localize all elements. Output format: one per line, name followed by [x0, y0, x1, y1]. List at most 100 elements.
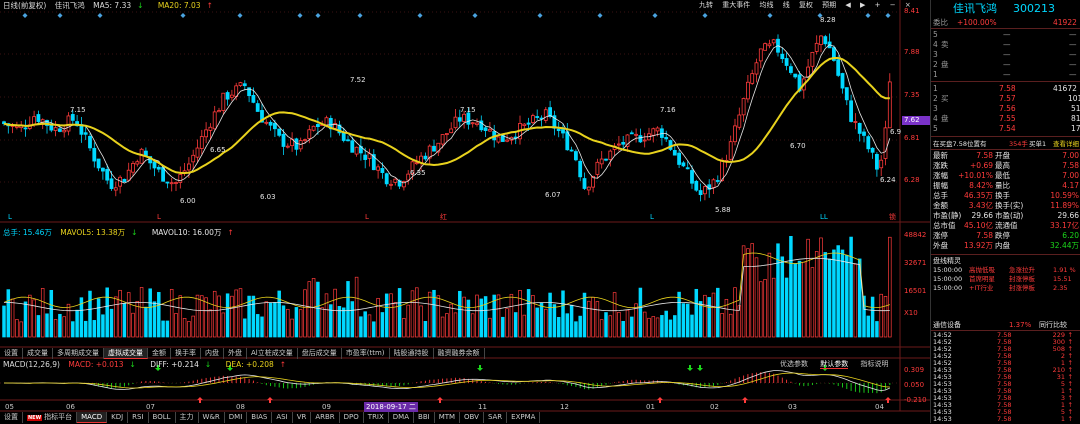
volume-bar — [845, 254, 849, 338]
volume-bar — [668, 319, 673, 338]
tab-trix[interactable]: TRIX — [364, 412, 389, 423]
volume-bar — [591, 296, 595, 338]
default-params-button[interactable]: 默认参数 — [820, 360, 849, 369]
kline-toolbar: 九转 重大事件 均线 线 复权 预期 ◀ ▶ + − × — [692, 0, 911, 11]
toolbar-jiuzhuan[interactable]: 九转 — [699, 1, 713, 9]
stat-value: 7.58 — [976, 231, 993, 240]
month-label: 12 — [560, 403, 569, 411]
tab-vr[interactable]: VR — [293, 412, 312, 423]
mavol10-label: MAVOL10: 16.00万 ↑ — [151, 228, 234, 237]
volume-bar — [15, 319, 19, 338]
toolbar-adjust[interactable]: 复权 — [799, 1, 813, 9]
tab-volume[interactable]: 成交量 — [23, 348, 53, 359]
tab-rsi[interactable]: RSI — [128, 412, 149, 423]
tab-dma[interactable]: DMA — [389, 412, 415, 423]
scroll-left-icon[interactable]: ◀ — [845, 1, 850, 9]
candle-body — [126, 169, 131, 181]
tab-indicator-platform[interactable]: NEW 指标平台 — [23, 412, 78, 423]
tab-arbr[interactable]: ARBR — [311, 412, 340, 423]
view-detail-link[interactable]: 查看详细 — [1053, 139, 1079, 149]
tab-inner[interactable]: 内盘 — [201, 348, 224, 359]
volume-bar — [720, 312, 724, 338]
candle-body — [595, 161, 600, 175]
tab-boll[interactable]: BOLL — [149, 412, 176, 423]
toolbar-ma[interactable]: 均线 — [759, 1, 773, 9]
volume-bar — [462, 296, 466, 338]
tab-macd[interactable]: MACD — [77, 412, 108, 423]
candle-body — [703, 186, 707, 195]
tab-dmi[interactable]: DMI — [225, 412, 248, 423]
event-row[interactable]: 15:00:00 +IT行业 封涨停板 2.35 — [931, 283, 1080, 293]
tab-pe[interactable]: 市盈率(ttm) — [342, 348, 390, 359]
tab-ai-volume[interactable]: Al立桩成交量 — [247, 348, 298, 359]
volume-bar — [225, 293, 230, 338]
tab-bbi[interactable]: BBI — [414, 412, 435, 423]
tab-virtual-volume[interactable]: 虚拟成交量 — [104, 348, 148, 359]
volume-bar — [88, 290, 92, 338]
volume-bar — [144, 306, 148, 338]
toolbar-line[interactable]: 线 — [783, 1, 790, 9]
toolbar-events[interactable]: 重大事件 — [722, 1, 750, 9]
volume-bar — [840, 249, 845, 338]
volume-bar — [470, 313, 475, 338]
zoom-out-icon[interactable]: − — [890, 1, 896, 9]
volume-bar — [23, 301, 28, 338]
volume-bar — [505, 308, 509, 338]
tab-expma[interactable]: EXPMA — [507, 412, 541, 423]
tab-northbound[interactable]: 陆股通持股 — [390, 348, 434, 359]
volume-axis-label: X10 — [904, 309, 918, 317]
volume-bar — [10, 298, 15, 338]
tab-asi[interactable]: ASI — [272, 412, 293, 423]
candle-body — [823, 36, 828, 45]
volume-bar — [561, 290, 565, 338]
event-diamond-icon — [297, 13, 303, 18]
volume-bar — [475, 294, 479, 338]
candle-body — [586, 186, 591, 191]
tab-turnover[interactable]: 换手率 — [171, 348, 201, 359]
optimal-params-button[interactable]: 优选参数 — [780, 360, 808, 368]
indicator-help-button[interactable]: 指标说明 — [860, 360, 888, 368]
event-diamond-icon — [472, 13, 478, 18]
tab-multi-period-volume[interactable]: 多周期成交量 — [53, 348, 104, 359]
candle-body — [376, 166, 381, 171]
candle-body — [199, 136, 204, 149]
tab-dpo[interactable]: DPO — [340, 412, 364, 423]
peer-compare-link[interactable]: 同行比较 — [1039, 320, 1067, 330]
zoom-in-icon[interactable]: + — [875, 1, 881, 9]
candle-body — [217, 110, 221, 113]
tab-margin[interactable]: 融资融券余额 — [434, 348, 485, 359]
tab-obv[interactable]: OBV — [460, 412, 484, 423]
volume-bar — [71, 321, 75, 338]
volume-bar — [243, 318, 247, 338]
volume-bar — [66, 303, 71, 338]
stat-value: +10.01% — [958, 171, 993, 180]
candle-body — [165, 181, 170, 184]
candle-body — [92, 147, 97, 162]
tab-mtm[interactable]: MTM — [435, 412, 461, 423]
tab-main-force[interactable]: 主力 — [176, 412, 199, 423]
volume-bar — [694, 288, 699, 338]
tab-settings[interactable]: 设置 — [0, 348, 23, 359]
stat-value: 7.00 — [1062, 171, 1079, 180]
volume-bar — [178, 295, 183, 338]
tab-amount[interactable]: 金额 — [148, 348, 171, 359]
chart-area[interactable]: 7.15 6.65 6.00 6.03 7.52 6.35 7.15 6.07 7.16 6.70… — [0, 0, 930, 423]
event-diamond-icon — [22, 13, 28, 18]
volume-bar — [569, 304, 574, 338]
candle-body — [174, 182, 178, 184]
tab-kdj[interactable]: KDJ — [107, 412, 129, 423]
tab-after-hours[interactable]: 盘后成交量 — [298, 348, 342, 359]
tab-sar[interactable]: SAR — [484, 412, 508, 423]
scroll-right-icon[interactable]: ▶ — [860, 1, 865, 9]
candle-body — [251, 94, 256, 103]
price-axis-label: 7.35 — [904, 91, 920, 99]
tab-outer[interactable]: 外盘 — [224, 348, 247, 359]
toolbar-forecast[interactable]: 预期 — [822, 1, 836, 9]
tab-bias[interactable]: BIAS — [247, 412, 273, 423]
candle-body — [531, 115, 535, 123]
tab-wr[interactable]: W&R — [199, 412, 225, 423]
tab-bottom-settings[interactable]: 设置 — [0, 412, 23, 423]
stat-label: 量比 — [995, 181, 1010, 190]
candle-body — [96, 158, 101, 169]
candle-body — [393, 178, 398, 183]
